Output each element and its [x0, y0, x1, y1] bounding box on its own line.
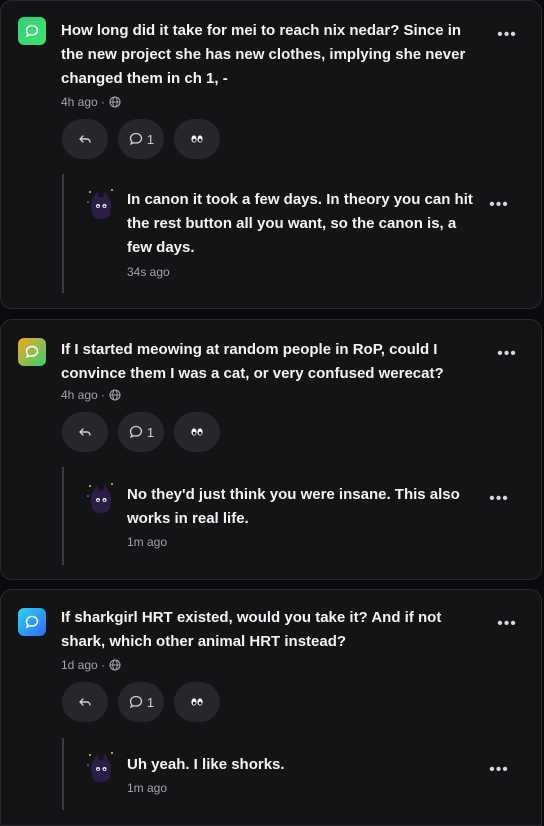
reply-more-options-button[interactable]: •••	[489, 761, 509, 778]
post-actions: 1	[62, 412, 220, 452]
reply-arrow-icon	[79, 428, 91, 436]
comment-bubble-icon	[129, 695, 143, 709]
more-options-button[interactable]: •••	[497, 615, 517, 632]
globe-icon	[109, 96, 121, 108]
eyes-icon	[191, 135, 203, 143]
eyes-icon	[191, 428, 203, 436]
post-meta: 4h ago ·	[61, 388, 121, 402]
more-horizontal-icon: •••	[489, 761, 509, 778]
reply-avatar	[87, 752, 113, 782]
post-question: If I started meowing at random people in…	[61, 341, 444, 382]
reply-time: 34s ago	[127, 265, 170, 279]
reply-text: Uh yeah. I like shorks.	[127, 756, 285, 773]
post-card: If sharkgirl HRT existed, would you take…	[0, 589, 542, 826]
reply-more-options-button[interactable]: •••	[489, 490, 509, 507]
reply-text: No they'd just think you were insane. Th…	[127, 486, 460, 527]
reply-arrow-icon	[79, 698, 91, 706]
react-button[interactable]	[174, 682, 220, 722]
more-horizontal-icon: •••	[489, 196, 509, 213]
more-horizontal-icon: •••	[497, 615, 517, 632]
react-button[interactable]	[174, 412, 220, 452]
post-avatar	[18, 608, 46, 636]
post-card: If I started meowing at random people in…	[0, 319, 542, 580]
comment-count: 1	[146, 694, 155, 710]
comment-count: 1	[146, 424, 155, 440]
post-card: How long did it take for mei to reach ni…	[0, 0, 542, 309]
post-question: How long did it take for mei to reach ni…	[61, 22, 466, 87]
reply-text: In canon it took a few days. In theory y…	[127, 191, 473, 256]
speech-bubble-icon	[25, 24, 39, 38]
react-button[interactable]	[174, 119, 220, 159]
post-actions: 1	[62, 119, 220, 159]
thread-line	[62, 174, 64, 293]
comments-button[interactable]: 1	[118, 412, 164, 452]
reply-time: 1m ago	[127, 781, 168, 795]
post-meta: 4h ago ·	[61, 95, 121, 109]
reply-more-options-button[interactable]: •••	[489, 196, 509, 213]
post-actions: 1	[62, 682, 220, 722]
reply-button[interactable]	[62, 119, 108, 159]
reply-avatar	[87, 189, 113, 219]
comment-count: 1	[146, 131, 155, 147]
post-avatar	[18, 17, 46, 45]
eyes-icon	[191, 698, 203, 706]
more-options-button[interactable]: •••	[497, 345, 517, 362]
post-time: 1d ago ·	[61, 658, 106, 672]
reply-arrow-icon	[79, 135, 91, 143]
more-horizontal-icon: •••	[489, 490, 509, 507]
post-meta: 1d ago ·	[61, 658, 121, 672]
globe-icon	[109, 389, 121, 401]
comments-button[interactable]: 1	[118, 682, 164, 722]
post-question: If sharkgirl HRT existed, would you take…	[61, 609, 442, 650]
thread-line	[62, 738, 64, 810]
more-options-button[interactable]: •••	[497, 26, 517, 43]
comments-button[interactable]: 1	[118, 119, 164, 159]
reply-time: 1m ago	[127, 535, 168, 549]
more-horizontal-icon: •••	[497, 345, 517, 362]
globe-icon	[109, 659, 121, 671]
post-avatar	[18, 338, 46, 366]
speech-bubble-icon	[25, 345, 39, 359]
comment-bubble-icon	[129, 132, 143, 146]
comment-bubble-icon	[129, 425, 143, 439]
thread-line	[62, 467, 64, 565]
reply-avatar	[87, 483, 113, 513]
speech-bubble-icon	[25, 615, 39, 629]
reply-button[interactable]	[62, 412, 108, 452]
post-time: 4h ago ·	[61, 95, 106, 109]
post-time: 4h ago ·	[61, 388, 106, 402]
more-horizontal-icon: •••	[497, 26, 517, 43]
reply-button[interactable]	[62, 682, 108, 722]
